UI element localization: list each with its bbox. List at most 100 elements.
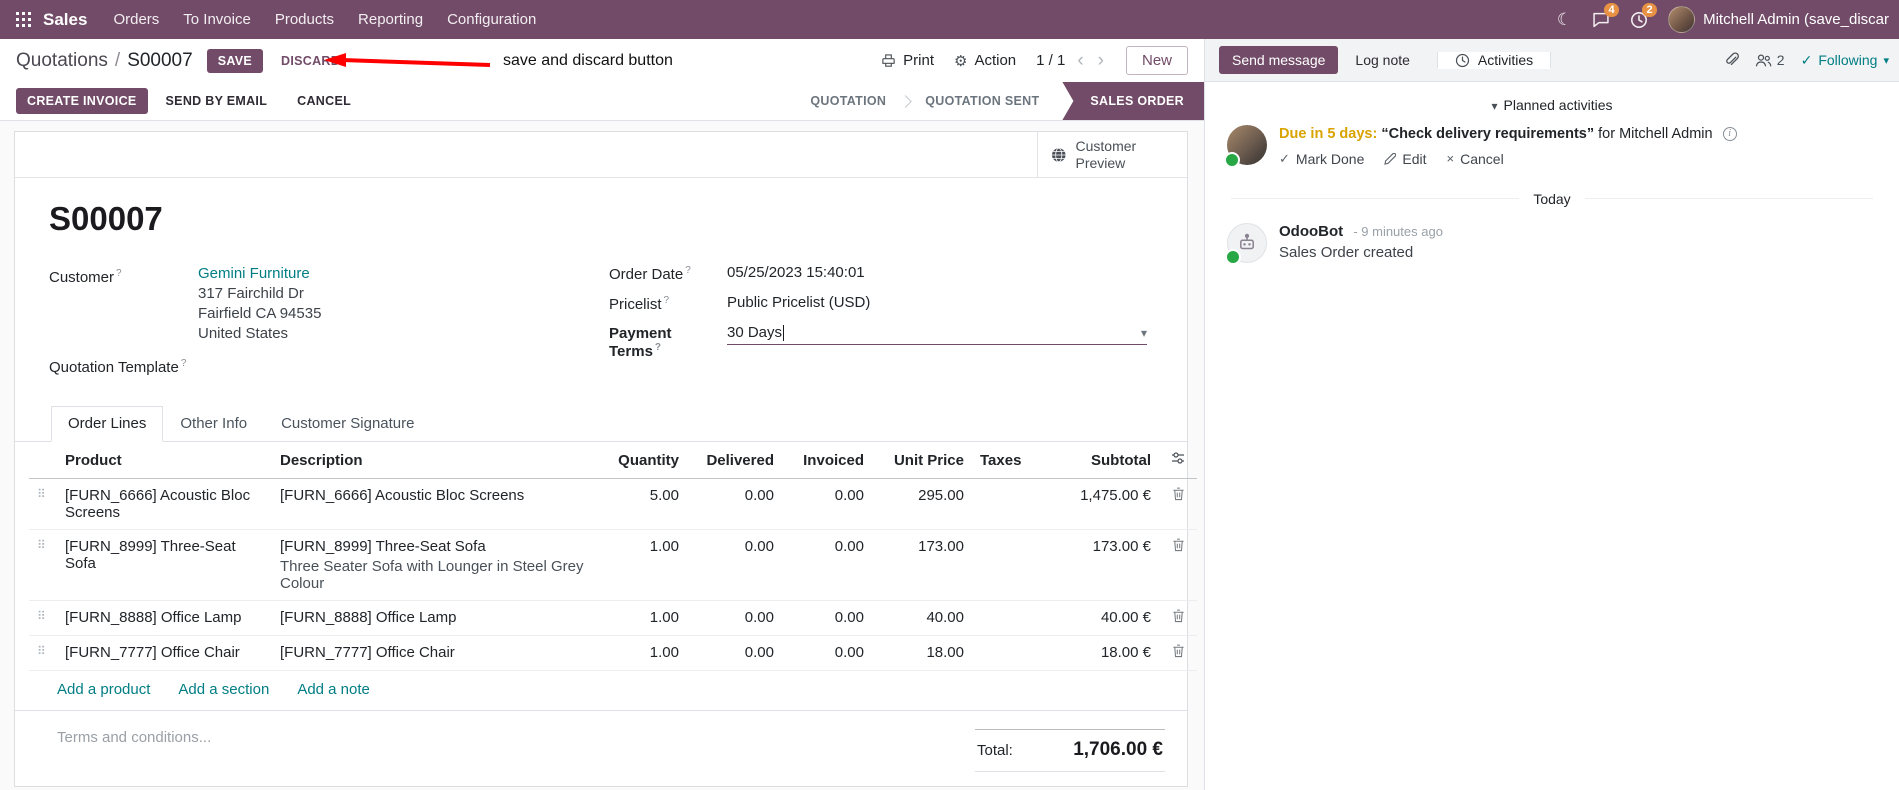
line-description[interactable]: [FURN_6666] Acoustic Bloc Screens (272, 478, 602, 530)
line-invoiced[interactable]: 0.00 (782, 529, 872, 601)
action-button[interactable]: ⚙ Action (954, 52, 1016, 70)
planned-activities-header[interactable]: ▾ Planned activities (1205, 88, 1899, 123)
breadcrumb-quotations[interactable]: Quotations (16, 50, 108, 72)
line-quantity[interactable]: 1.00 (602, 635, 687, 671)
line-taxes[interactable] (972, 478, 1047, 530)
create-invoice-button[interactable]: CREATE INVOICE (16, 88, 148, 114)
line-product[interactable]: [FURN_8888] Office Lamp (57, 600, 272, 636)
order-date-field[interactable]: 05/25/2023 15:40:01 (727, 264, 865, 281)
mark-done-button[interactable]: ✓ Mark Done (1279, 151, 1364, 167)
line-invoiced[interactable]: 0.00 (782, 600, 872, 636)
line-invoiced[interactable]: 0.00 (782, 478, 872, 530)
user-avatar[interactable] (1668, 6, 1696, 33)
line-quantity[interactable]: 1.00 (602, 600, 687, 636)
line-delivered[interactable]: 0.00 (687, 529, 782, 601)
drag-handle-icon[interactable]: ⠿ (37, 609, 46, 623)
app-name[interactable]: Sales (43, 10, 87, 30)
line-taxes[interactable] (972, 635, 1047, 671)
add-note-link[interactable]: Add a note (297, 681, 370, 698)
line-unit-price[interactable]: 40.00 (872, 600, 972, 636)
pager-next-icon[interactable]: › (1096, 51, 1106, 70)
menu-to-invoice[interactable]: To Invoice (171, 0, 263, 39)
odoobot-avatar[interactable] (1225, 222, 1267, 265)
line-delivered[interactable]: 0.00 (687, 635, 782, 671)
add-section-link[interactable]: Add a section (178, 681, 269, 698)
line-product[interactable]: [FURN_6666] Acoustic Bloc Screens (57, 478, 272, 530)
payment-terms-field[interactable]: 30 Days ▾ (727, 324, 1147, 345)
line-description[interactable]: [FURN_8999] Three-Seat Sofa Three Seater… (272, 529, 602, 601)
cancel-button[interactable]: CANCEL (285, 88, 363, 114)
dark-mode-icon[interactable]: ☾ (1547, 0, 1582, 39)
optional-columns-icon[interactable] (1159, 442, 1197, 479)
drag-handle-icon[interactable]: ⠿ (37, 644, 46, 658)
line-unit-price[interactable]: 173.00 (872, 529, 972, 601)
tab-customer-signature[interactable]: Customer Signature (264, 406, 431, 442)
line-description[interactable]: [FURN_7777] Office Chair (272, 635, 602, 671)
header-taxes[interactable]: Taxes (972, 442, 1047, 479)
activities-clock-icon[interactable]: 2 (1620, 0, 1658, 39)
line-delivered[interactable]: 0.00 (687, 600, 782, 636)
delete-line-icon[interactable] (1172, 487, 1185, 505)
line-taxes[interactable] (972, 600, 1047, 636)
apps-grid-icon[interactable] (6, 12, 41, 27)
user-name[interactable]: Mitchell Admin (save_discar (1703, 11, 1889, 28)
header-subtotal[interactable]: Subtotal (1047, 442, 1159, 479)
terms-placeholder[interactable]: Terms and conditions... (57, 729, 211, 746)
header-delivered[interactable]: Delivered (687, 442, 782, 479)
menu-reporting[interactable]: Reporting (346, 0, 435, 39)
order-line-row[interactable]: ⠿ [FURN_7777] Office Chair [FURN_7777] O… (29, 635, 1197, 671)
menu-configuration[interactable]: Configuration (435, 0, 548, 39)
customer-name-link[interactable]: Gemini Furniture (198, 265, 310, 282)
send-by-email-button[interactable]: SEND BY EMAIL (154, 88, 280, 114)
pricelist-field[interactable]: Public Pricelist (USD) (727, 294, 870, 311)
print-button[interactable]: Print (881, 52, 934, 69)
add-product-link[interactable]: Add a product (57, 681, 150, 698)
pager-previous-icon[interactable]: ‹ (1075, 51, 1085, 70)
following-button[interactable]: ✓ Following ▾ (1801, 52, 1889, 69)
step-quotation-sent[interactable]: QUOTATION SENT (908, 82, 1056, 120)
activities-tab[interactable]: Activities (1436, 52, 1552, 69)
delete-line-icon[interactable] (1172, 609, 1185, 627)
cancel-activity-button[interactable]: × Cancel (1447, 151, 1504, 167)
header-description[interactable]: Description (272, 442, 602, 479)
delete-line-icon[interactable] (1172, 538, 1185, 556)
line-delivered[interactable]: 0.00 (687, 478, 782, 530)
attachments-button[interactable] (1723, 52, 1739, 68)
message-author[interactable]: OdooBot (1279, 223, 1343, 240)
line-quantity[interactable]: 1.00 (602, 529, 687, 601)
line-product[interactable]: [FURN_8999] Three-Seat Sofa (57, 529, 272, 601)
header-invoiced[interactable]: Invoiced (782, 442, 872, 479)
drag-handle-icon[interactable]: ⠿ (37, 538, 46, 552)
header-quantity[interactable]: Quantity (602, 442, 687, 479)
order-line-row[interactable]: ⠿ [FURN_6666] Acoustic Bloc Screens [FUR… (29, 478, 1197, 530)
followers-button[interactable]: 2 (1755, 52, 1785, 68)
send-message-button[interactable]: Send message (1219, 46, 1339, 74)
activity-avatar[interactable] (1224, 125, 1267, 168)
delete-line-icon[interactable] (1172, 644, 1185, 662)
customer-preview-button[interactable]: Customer Preview (1037, 132, 1187, 177)
drag-handle-icon[interactable]: ⠿ (37, 487, 46, 501)
order-line-row[interactable]: ⠿ [FURN_8999] Three-Seat Sofa [FURN_8999… (29, 529, 1197, 601)
edit-activity-button[interactable]: Edit (1384, 151, 1427, 167)
line-unit-price[interactable]: 295.00 (872, 478, 972, 530)
header-unit-price[interactable]: Unit Price (872, 442, 972, 479)
info-icon[interactable]: i (1722, 127, 1737, 142)
tab-order-lines[interactable]: Order Lines (51, 406, 164, 442)
line-description[interactable]: [FURN_8888] Office Lamp (272, 600, 602, 636)
line-taxes[interactable] (972, 529, 1047, 601)
menu-products[interactable]: Products (263, 0, 346, 39)
dropdown-caret-icon[interactable]: ▾ (1141, 326, 1147, 340)
line-invoiced[interactable]: 0.00 (782, 635, 872, 671)
step-quotation[interactable]: QUOTATION (793, 82, 903, 120)
header-product[interactable]: Product (57, 442, 272, 479)
order-line-row[interactable]: ⠿ [FURN_8888] Office Lamp [FURN_8888] Of… (29, 600, 1197, 636)
line-product[interactable]: [FURN_7777] Office Chair (57, 635, 272, 671)
save-button[interactable]: SAVE (206, 48, 264, 73)
messages-icon[interactable]: 4 (1582, 0, 1620, 39)
tab-other-info[interactable]: Other Info (163, 406, 264, 442)
step-sales-order[interactable]: SALES ORDER (1062, 82, 1204, 120)
new-button[interactable]: New (1125, 46, 1188, 75)
menu-orders[interactable]: Orders (101, 0, 171, 39)
line-unit-price[interactable]: 18.00 (872, 635, 972, 671)
log-note-button[interactable]: Log note (1342, 46, 1423, 74)
